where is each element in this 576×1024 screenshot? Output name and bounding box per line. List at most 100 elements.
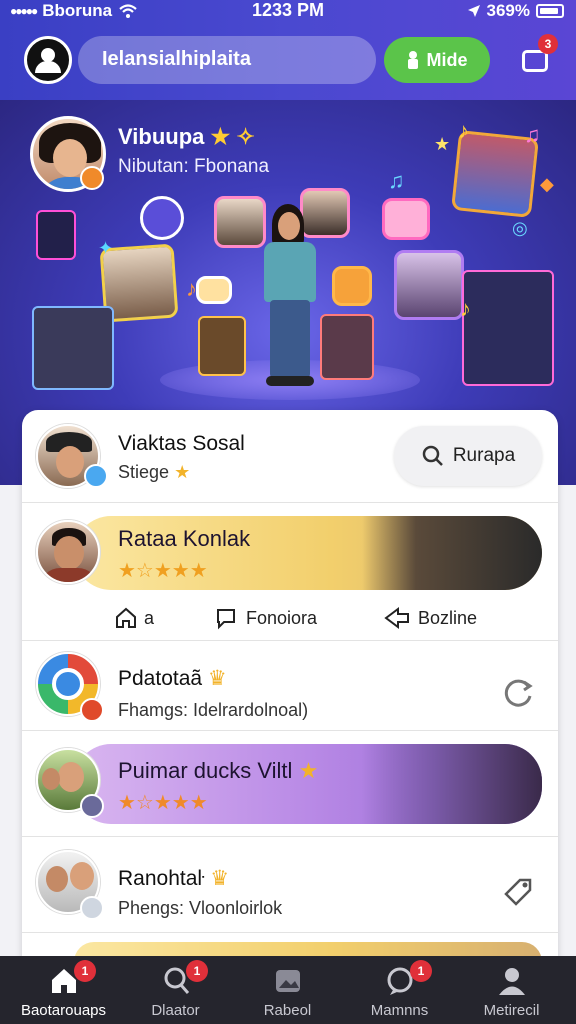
- chat-bubble-icon: [140, 196, 184, 240]
- mail-icon: [196, 276, 232, 304]
- crown-icon: ♛: [207, 667, 227, 690]
- tab-labels[interactable]: Rabeol: [230, 956, 345, 1024]
- list-item[interactable]: Pdatotaã ♛ Fhamgs: Idelrardolnoal): [22, 642, 558, 730]
- sparkle-icon: ✦: [98, 238, 114, 258]
- tab-label: Metirecil: [483, 1002, 540, 1019]
- star-icon: ★: [210, 124, 231, 149]
- featured-row-2[interactable]: Puimar ducks Viltl ★ ★☆★★★: [22, 736, 558, 834]
- crown-icon: ♛: [210, 867, 230, 890]
- bottom-tab-bar: 1 Baotarouaps 1 Dlaator Rabeol 1 Mamnns …: [0, 956, 576, 1024]
- tag-icon[interactable]: [500, 874, 536, 910]
- music-note-icon: ♫: [524, 122, 541, 147]
- tab-discover[interactable]: 1 Dlaator: [118, 956, 233, 1024]
- refresh-icon[interactable]: [500, 676, 536, 712]
- face-shape: [46, 866, 68, 892]
- featured-name: Rataa Konlak: [118, 526, 251, 551]
- user-silhouette-icon: [41, 48, 55, 62]
- ring-icon: ◎: [512, 218, 528, 238]
- profile-row[interactable]: Viaktas Sosal Stiege ★ Rurapa: [22, 410, 558, 502]
- hero-title: Vibuupa ★ ✧: [118, 124, 255, 150]
- tab-badge: 1: [186, 960, 208, 982]
- battery-icon: [536, 4, 564, 18]
- feed-card: Viaktas Sosal Stiege ★ Rurapa Rataa Konl…: [22, 410, 558, 970]
- comment-icon: [217, 609, 235, 630]
- tab-label: Dlaator: [151, 1002, 200, 1019]
- person-icon: [499, 968, 525, 995]
- hero-title-text: Vibuupa: [118, 124, 205, 149]
- divider: [22, 730, 558, 731]
- search-icon: [422, 445, 443, 466]
- mode-button[interactable]: Mide: [384, 37, 490, 83]
- home-action[interactable]: a: [114, 606, 154, 630]
- comment-action[interactable]: Fonoiora: [214, 606, 317, 630]
- music-note-icon: ♪: [186, 276, 197, 301]
- item-sub: Fhamgs: Idelrardolnoal): [118, 700, 309, 720]
- list-item[interactable]: Ranohtaŀ ♛ Phengs: Vloonloirlok: [22, 838, 558, 932]
- hero-person-illustration: [250, 204, 330, 394]
- profile-status-text: Stiege: [118, 462, 170, 482]
- search-button-label: Rurapa: [452, 445, 516, 466]
- star-icon: ★: [174, 462, 191, 482]
- logo-core: [52, 668, 84, 700]
- notification-badge: 3: [538, 34, 558, 54]
- search-button[interactable]: Rurapa: [394, 426, 542, 486]
- music-note-icon: ♪: [458, 118, 469, 143]
- battery-percent: 369%: [486, 1, 530, 20]
- profile-status: Stiege ★: [118, 462, 190, 483]
- header-search-field[interactable]: Ielansialhiplaita: [78, 36, 376, 84]
- face-shape: [56, 446, 84, 478]
- status-badge: [80, 698, 104, 722]
- status-badge: [80, 794, 104, 818]
- shirt-shape: [40, 568, 98, 582]
- share-action-label: Bozline: [418, 607, 478, 628]
- group-photo: [362, 516, 542, 590]
- mode-button-label: Mide: [426, 49, 468, 70]
- hero-avatar-badge: [80, 166, 104, 190]
- rating-stars: ★☆★★★: [118, 560, 208, 582]
- location-arrow-icon: [467, 5, 480, 17]
- sparkle-icon: ◆: [540, 174, 554, 194]
- status-bar: ●●●●● Bboruna 1233 PM 369%: [0, 0, 576, 24]
- face-shape: [54, 536, 84, 570]
- tab-label: Mamnns: [370, 1002, 429, 1019]
- item-name-text: Ranohtaŀ: [118, 867, 205, 890]
- item-name-text: Pdatotaã: [118, 667, 203, 690]
- tab-profile[interactable]: Metirecil: [454, 956, 569, 1024]
- featured-row-1[interactable]: Rataa Konlak ★☆★★★: [22, 510, 558, 600]
- featured-name: Puimar ducks Viltl ★: [118, 758, 318, 784]
- share-action[interactable]: Bozline: [384, 606, 477, 630]
- profile-avatar-button[interactable]: [24, 36, 72, 84]
- divider: [22, 836, 558, 837]
- face-shape: [42, 768, 60, 790]
- home-action-label: a: [144, 607, 155, 628]
- item-name: Pdatotaã ♛: [118, 666, 227, 691]
- online-badge: [84, 464, 108, 488]
- featured-band[interactable]: Puimar ducks Viltl ★ ★☆★★★: [74, 744, 542, 824]
- status-right: 369%: [467, 1, 564, 21]
- person-shirt: [264, 242, 316, 302]
- person-shoes: [266, 376, 314, 386]
- sparkle-icon: ✧: [236, 124, 255, 149]
- tab-badge: 1: [410, 960, 432, 982]
- person-head: [278, 212, 300, 240]
- tab-home[interactable]: 1 Baotarouaps: [6, 956, 121, 1024]
- divider: [22, 502, 558, 503]
- photo-icon: [276, 970, 300, 992]
- group-photo: [362, 744, 542, 824]
- featured-name-text: Puimar ducks Viltl: [118, 758, 293, 783]
- rating-stars: ★☆★★★: [118, 792, 208, 814]
- star-icon: ★: [298, 758, 319, 783]
- music-note-icon: ♪: [460, 296, 471, 321]
- item-sub: Phengs: Vloonloirlok: [118, 898, 283, 918]
- app-header: ●●●●● Bboruna 1233 PM 369% Ielansialhipl…: [0, 0, 576, 100]
- notifications-button[interactable]: 3: [518, 34, 558, 76]
- featured-band[interactable]: Rataa Konlak ★☆★★★: [74, 516, 542, 590]
- status-badge: [80, 896, 104, 920]
- tab-messages[interactable]: 1 Mamnns: [342, 956, 457, 1024]
- arcade-machine-illustration: [462, 270, 554, 386]
- user-avatar[interactable]: [36, 520, 100, 584]
- divider: [22, 640, 558, 641]
- share-icon: [384, 607, 409, 629]
- header-search-text: Ielansialhiplaita: [102, 48, 251, 70]
- user-silhouette-body: [35, 61, 61, 73]
